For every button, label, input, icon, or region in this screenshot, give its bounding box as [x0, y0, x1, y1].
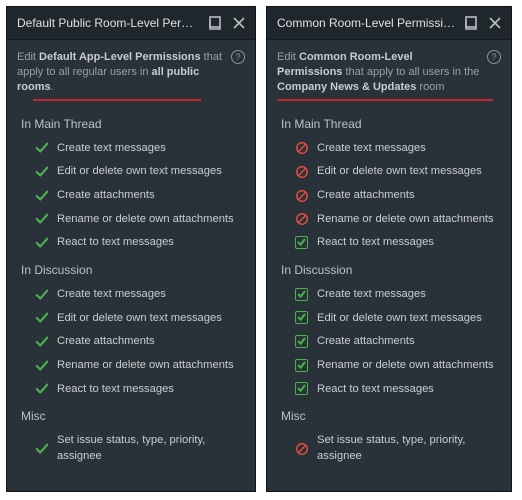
permission-row[interactable]: Create attachments	[11, 330, 251, 354]
permission-label: Rename or delete own attachments	[57, 358, 234, 374]
permission-label: Set issue status, type, priority, assign…	[317, 433, 507, 464]
check-icon	[35, 442, 49, 456]
check-icon	[35, 359, 49, 373]
panel-title: Common Room-Level Permissions	[277, 16, 457, 30]
permission-row[interactable]: Edit or delete own text messages	[271, 307, 507, 331]
permission-row[interactable]: Edit or delete own text messages	[271, 160, 507, 184]
permission-label: Edit or delete own text messages	[57, 164, 222, 180]
titlebar: Default Public Room-Level Permissions	[7, 7, 255, 40]
permission-label: Create attachments	[317, 334, 415, 350]
help-icon[interactable]: ?	[231, 50, 245, 64]
check-icon	[35, 212, 49, 226]
popout-icon[interactable]	[205, 13, 225, 33]
titlebar: Common Room-Level Permissions	[267, 7, 511, 40]
permission-row[interactable]: Create text messages	[271, 283, 507, 307]
checkbox-checked-icon[interactable]	[295, 236, 309, 250]
section-header: In Main Thread	[11, 109, 251, 137]
permission-label: React to text messages	[317, 382, 434, 398]
check-icon	[35, 311, 49, 325]
deny-icon	[295, 165, 309, 179]
permission-label: React to text messages	[57, 382, 174, 398]
permission-label: Rename or delete own attachments	[57, 212, 234, 228]
check-icon	[35, 288, 49, 302]
permission-label: Create text messages	[317, 141, 426, 157]
permission-row[interactable]: Set issue status, type, priority, assign…	[271, 429, 507, 468]
permission-row[interactable]: Create attachments	[271, 184, 507, 208]
help-icon[interactable]: ?	[487, 50, 501, 64]
permission-label: Set issue status, type, priority, assign…	[57, 433, 251, 464]
permission-row[interactable]: Rename or delete own attachments	[11, 354, 251, 378]
permission-row[interactable]: Set issue status, type, priority, assign…	[11, 429, 251, 468]
permission-label: Rename or delete own attachments	[317, 212, 494, 228]
permission-label: Edit or delete own text messages	[317, 311, 482, 327]
permission-row[interactable]: Edit or delete own text messages	[11, 307, 251, 331]
section-header: In Discussion	[11, 255, 251, 283]
permission-label: React to text messages	[57, 235, 174, 251]
permission-row[interactable]: React to text messages	[271, 231, 507, 255]
permission-row[interactable]: Create text messages	[11, 137, 251, 161]
permission-label: Create attachments	[57, 188, 155, 204]
panel-subtitle: Edit Default App-Level Permissions that …	[7, 40, 255, 99]
permission-row[interactable]: Create text messages	[11, 283, 251, 307]
permission-row[interactable]: Create attachments	[11, 184, 251, 208]
check-icon	[35, 335, 49, 349]
permission-row[interactable]: Rename or delete own attachments	[271, 208, 507, 232]
deny-icon	[295, 212, 309, 226]
permission-row[interactable]: Create attachments	[271, 330, 507, 354]
section-header: Misc	[271, 401, 507, 429]
popout-icon[interactable]	[461, 13, 481, 33]
room-permissions-panel: Common Room-Level Permissions Edit Commo…	[266, 6, 512, 492]
permission-row[interactable]: Rename or delete own attachments	[11, 208, 251, 232]
permission-row[interactable]: Edit or delete own text messages	[11, 160, 251, 184]
panel-title: Default Public Room-Level Permissions	[17, 16, 201, 30]
section-header: In Main Thread	[271, 109, 507, 137]
check-icon	[35, 141, 49, 155]
deny-icon	[295, 141, 309, 155]
emphasis-underline	[277, 99, 493, 101]
panel-subtitle: Edit Common Room-Level Permissions that …	[267, 40, 511, 99]
permission-row[interactable]: React to text messages	[11, 231, 251, 255]
permissions-list: In Main Thread Create text messages Edit o…	[7, 107, 255, 477]
emphasis-underline	[33, 99, 201, 101]
permission-label: Create text messages	[57, 287, 166, 303]
permission-label: Edit or delete own text messages	[57, 311, 222, 327]
checkbox-checked-icon[interactable]	[295, 288, 309, 302]
close-icon[interactable]	[229, 13, 249, 33]
permissions-list: In Main Thread Create text messages Edit o…	[267, 107, 511, 477]
deny-icon	[295, 189, 309, 203]
close-icon[interactable]	[485, 13, 505, 33]
permission-row[interactable]: React to text messages	[11, 378, 251, 402]
section-header: In Discussion	[271, 255, 507, 283]
permission-label: Create attachments	[317, 188, 415, 204]
permission-label: Edit or delete own text messages	[317, 164, 482, 180]
check-icon	[35, 382, 49, 396]
checkbox-checked-icon[interactable]	[295, 359, 309, 373]
check-icon	[35, 165, 49, 179]
permission-label: Create attachments	[57, 334, 155, 350]
permission-label: Create text messages	[57, 141, 166, 157]
default-permissions-panel: Default Public Room-Level Permissions Ed…	[6, 6, 256, 492]
permission-label: Rename or delete own attachments	[317, 358, 494, 374]
permission-row[interactable]: Create text messages	[271, 137, 507, 161]
check-icon	[35, 236, 49, 250]
section-header: Misc	[11, 401, 251, 429]
permission-label: Create text messages	[317, 287, 426, 303]
checkbox-checked-icon[interactable]	[295, 335, 309, 349]
permission-row[interactable]: Rename or delete own attachments	[271, 354, 507, 378]
checkbox-checked-icon[interactable]	[295, 311, 309, 325]
check-icon	[35, 189, 49, 203]
permission-row[interactable]: React to text messages	[271, 378, 507, 402]
permission-label: React to text messages	[317, 235, 434, 251]
deny-icon	[295, 442, 309, 456]
checkbox-checked-icon[interactable]	[295, 382, 309, 396]
